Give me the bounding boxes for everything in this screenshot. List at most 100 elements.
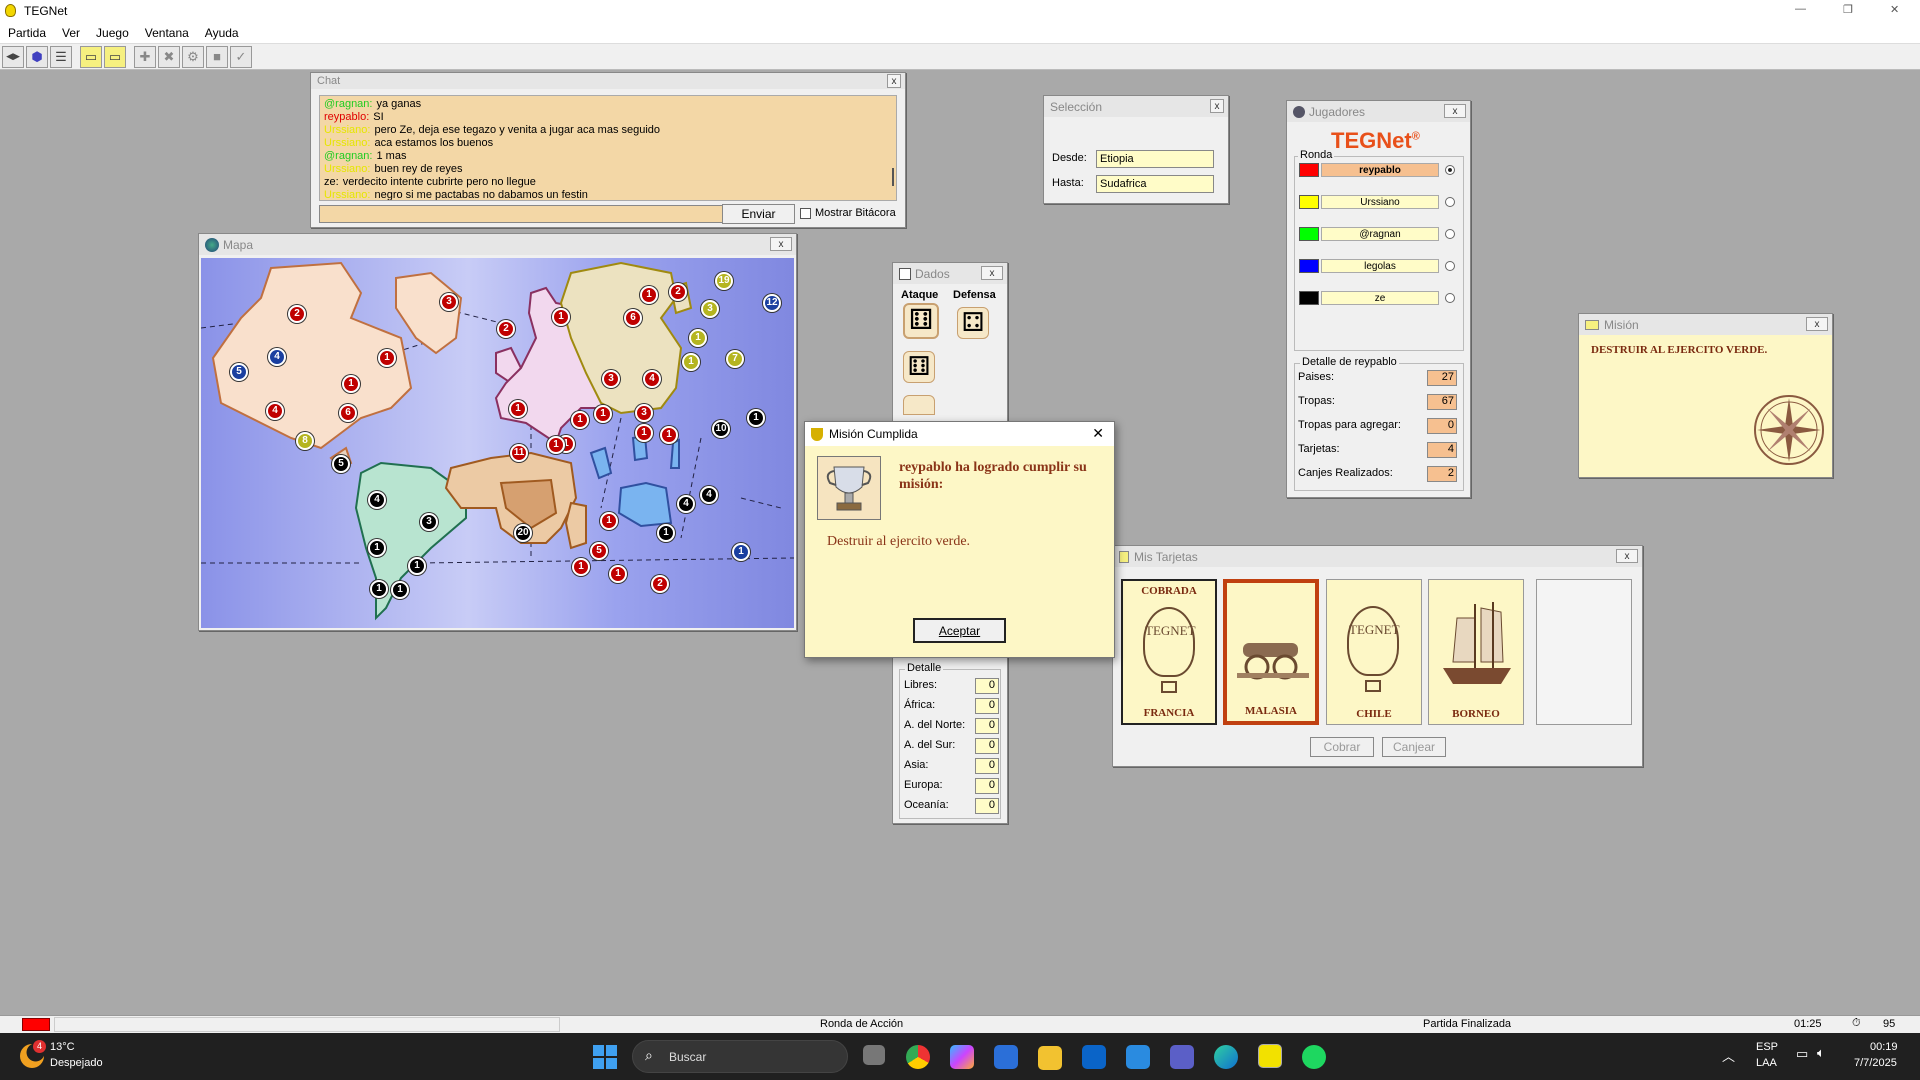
to-do-icon[interactable]: [1126, 1045, 1150, 1069]
army-marker[interactable]: 6: [339, 404, 357, 422]
card-icon[interactable]: ■: [206, 45, 228, 68]
card-chile[interactable]: TEGNET CHILE: [1326, 579, 1422, 725]
army-marker[interactable]: 4: [700, 486, 718, 504]
tray-chevron-icon[interactable]: ︿: [1722, 1046, 1735, 1065]
close-icon[interactable]: x: [770, 237, 792, 251]
army-marker[interactable]: 4: [268, 348, 286, 366]
exchange-button[interactable]: Canjear: [1382, 737, 1446, 757]
volume-icon[interactable]: 🔈︎: [1817, 1045, 1825, 1061]
army-marker[interactable]: 1: [609, 565, 627, 583]
cards-icon[interactable]: ▭: [104, 45, 126, 68]
close-icon[interactable]: x: [1806, 317, 1828, 331]
player-radio[interactable]: [1445, 165, 1455, 175]
menu-ventana[interactable]: Ventana: [145, 26, 189, 40]
task-view-icon[interactable]: [863, 1045, 885, 1065]
store-icon[interactable]: [994, 1045, 1018, 1069]
card-francia[interactable]: COBRADA TEGNET FRANCIA: [1121, 579, 1217, 725]
army-marker[interactable]: 1: [342, 375, 360, 393]
close-icon[interactable]: x: [1444, 104, 1466, 118]
army-marker[interactable]: 5: [230, 363, 248, 381]
army-marker[interactable]: 7: [726, 350, 744, 368]
close-icon[interactable]: x: [1210, 99, 1224, 113]
close-icon[interactable]: x: [887, 74, 901, 88]
minimize-button[interactable]: —: [1795, 3, 1806, 15]
clock[interactable]: 00:19: [1870, 1041, 1898, 1053]
close-icon[interactable]: ✕: [1092, 425, 1104, 442]
chat-input[interactable]: [319, 205, 727, 223]
army-marker[interactable]: 5: [332, 455, 350, 473]
army-marker[interactable]: 4: [266, 402, 284, 420]
army-marker[interactable]: 1: [391, 581, 409, 599]
army-marker[interactable]: 4: [677, 495, 695, 513]
regroup-icon[interactable]: ⚙: [182, 45, 204, 68]
card-borneo[interactable]: BORNEO: [1428, 579, 1524, 725]
send-button[interactable]: Enviar: [722, 204, 795, 224]
army-marker[interactable]: 19: [715, 272, 733, 290]
army-marker[interactable]: 1: [657, 524, 675, 542]
army-marker[interactable]: 11: [510, 444, 528, 462]
menu-partida[interactable]: Partida: [8, 26, 46, 40]
army-marker[interactable]: 1: [682, 353, 700, 371]
world-map[interactable]: 2 3 4 5 1 1 4 6 8 5 4 3 1 1 1 1 2 1 3 1 1 1 1 11 1 1 2 6 19 3 1 7 1 4 12 3 1…: [201, 258, 794, 628]
close-button[interactable]: ✕: [1890, 3, 1899, 16]
army-marker[interactable]: 1: [635, 424, 653, 442]
army-marker[interactable]: 1: [378, 349, 396, 367]
army-marker[interactable]: 1: [572, 558, 590, 576]
army-marker[interactable]: 1: [600, 512, 618, 530]
menu-juego[interactable]: Juego: [96, 26, 129, 40]
outlook-icon[interactable]: [1082, 1045, 1106, 1069]
army-marker[interactable]: 2: [669, 283, 687, 301]
army-marker[interactable]: 2: [497, 320, 515, 338]
connect-icon[interactable]: ◀▶: [2, 45, 24, 68]
date[interactable]: 7/7/2025: [1854, 1057, 1897, 1069]
close-icon[interactable]: x: [981, 266, 1003, 280]
spotify-icon[interactable]: [1302, 1045, 1326, 1069]
teams-icon[interactable]: [1170, 1045, 1194, 1069]
army-marker[interactable]: 4: [643, 370, 661, 388]
chrome-icon[interactable]: [906, 1045, 930, 1069]
player-radio[interactable]: [1445, 229, 1455, 239]
army-marker[interactable]: 1: [552, 308, 570, 326]
list-icon[interactable]: ☰: [50, 45, 72, 68]
player-radio[interactable]: [1445, 293, 1455, 303]
search-box[interactable]: ⌕ Buscar: [632, 1040, 848, 1073]
collect-button[interactable]: Cobrar: [1310, 737, 1374, 757]
army-marker[interactable]: 4: [368, 491, 386, 509]
army-marker[interactable]: 12: [763, 294, 781, 312]
army-marker[interactable]: 20: [514, 524, 532, 542]
accept-button[interactable]: Aceptar: [913, 618, 1006, 643]
army-marker[interactable]: 1: [571, 411, 589, 429]
globe-icon[interactable]: ⬢: [26, 45, 48, 68]
army-marker[interactable]: 1: [732, 543, 750, 561]
tegnet-icon[interactable]: [1258, 1044, 1282, 1068]
menu-ayuda[interactable]: Ayuda: [205, 26, 239, 40]
maximize-button[interactable]: ❐: [1843, 3, 1853, 16]
network-icon[interactable]: ▭: [1796, 1046, 1808, 1062]
card-malasia[interactable]: MALASIA: [1223, 579, 1319, 725]
army-marker[interactable]: 8: [296, 432, 314, 450]
army-marker[interactable]: 10: [712, 420, 730, 438]
army-marker[interactable]: 1: [370, 580, 388, 598]
attack-icon[interactable]: ✖: [158, 45, 180, 68]
army-marker[interactable]: 1: [660, 426, 678, 444]
log-checkbox[interactable]: [800, 208, 811, 219]
army-marker[interactable]: 1: [368, 539, 386, 557]
army-marker[interactable]: 2: [651, 575, 669, 593]
army-marker[interactable]: 1: [689, 329, 707, 347]
player-radio[interactable]: [1445, 197, 1455, 207]
chat-scrollbar[interactable]: [892, 168, 894, 186]
menu-ver[interactable]: Ver: [62, 26, 80, 40]
player-radio[interactable]: [1445, 261, 1455, 271]
copilot-icon[interactable]: [950, 1045, 974, 1069]
close-icon[interactable]: x: [1616, 549, 1638, 563]
add-icon[interactable]: ✚: [134, 45, 156, 68]
army-marker[interactable]: 1: [547, 436, 565, 454]
start-button[interactable]: [593, 1045, 617, 1069]
army-marker[interactable]: 3: [701, 300, 719, 318]
army-marker[interactable]: 5: [590, 542, 608, 560]
army-marker[interactable]: 1: [640, 286, 658, 304]
folder-icon[interactable]: [1038, 1046, 1062, 1070]
language[interactable]: ESP: [1756, 1041, 1778, 1053]
army-marker[interactable]: 1: [747, 409, 765, 427]
edge-icon[interactable]: [1214, 1045, 1238, 1069]
